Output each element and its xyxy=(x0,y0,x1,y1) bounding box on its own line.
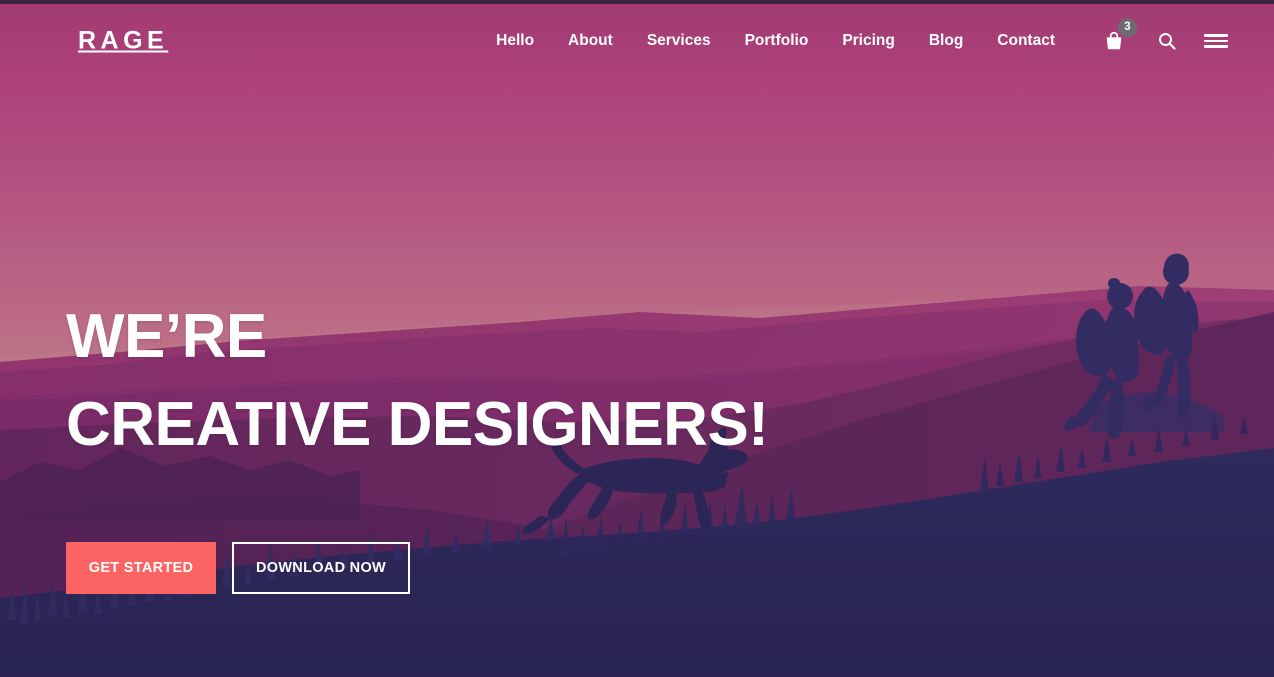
cart-button[interactable]: 3 xyxy=(1100,18,1137,55)
burger-line-top xyxy=(1204,34,1228,37)
nav-link-about[interactable]: About xyxy=(568,33,613,49)
search-icon xyxy=(1159,33,1176,50)
hamburger-menu-button[interactable] xyxy=(1204,29,1228,53)
brand-logo[interactable]: RAGE xyxy=(78,28,168,54)
search-button[interactable] xyxy=(1156,29,1178,53)
nav-link-hello[interactable]: Hello xyxy=(496,33,534,49)
hero-headline-line-2: CREATIVE DESIGNERS! xyxy=(66,390,769,459)
site-header: RAGE Hello About Services Portfolio Pric… xyxy=(0,4,1274,78)
hero-action-buttons: GET STARTED DOWNLOAD NOW xyxy=(66,542,410,594)
hero-headline-block: WE’RE CREATIVE DESIGNERS! xyxy=(66,306,966,456)
nav-link-blog[interactable]: Blog xyxy=(929,33,963,49)
top-edge-bar xyxy=(0,0,1274,4)
hero-headline-line-1: WE’RE xyxy=(66,302,267,371)
nav-link-portfolio[interactable]: Portfolio xyxy=(745,33,809,49)
hero-section: RAGE Hello About Services Portfolio Pric… xyxy=(0,0,1274,677)
hamburger-menu-icon xyxy=(1204,31,1228,51)
cart-badge-count: 3 xyxy=(1118,18,1137,37)
primary-navigation: Hello About Services Portfolio Pricing B… xyxy=(496,18,1228,55)
nav-link-pricing[interactable]: Pricing xyxy=(842,33,895,49)
nav-link-services[interactable]: Services xyxy=(647,33,711,49)
burger-line-bottom xyxy=(1204,45,1228,48)
get-started-button[interactable]: GET STARTED xyxy=(66,542,216,594)
download-now-button[interactable]: DOWNLOAD NOW xyxy=(232,542,410,594)
nav-link-contact[interactable]: Contact xyxy=(997,33,1055,49)
burger-line-middle xyxy=(1204,39,1228,43)
